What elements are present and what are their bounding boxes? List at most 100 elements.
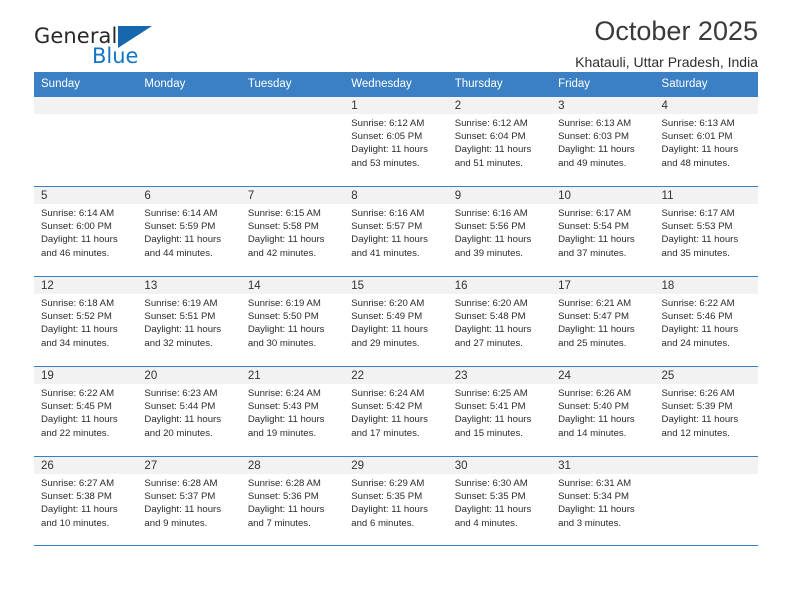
calendar-week-row: 12 Sunrise: 6:18 AM Sunset: 5:52 PM Dayligh… xyxy=(34,276,758,366)
weekday-header-saturday: Saturday xyxy=(661,78,708,90)
location-subtitle: Khatauli, Uttar Pradesh, India xyxy=(575,54,758,70)
calendar-day-cell[interactable]: 29 Sunrise: 6:29 AM Sunset: 5:35 PM Dayligh… xyxy=(344,457,448,545)
sunrise-time: Sunrise: 6:12 AM xyxy=(351,118,425,129)
daylight-duration: Daylight: 11 hours xyxy=(558,504,635,516)
daylight-duration: Daylight: 11 hours xyxy=(144,234,222,246)
sun-times-block: Sunrise: 6:19 AM Sunset: 5:51 PM Daylight:… xyxy=(137,294,240,350)
calendar-day-cell[interactable]: 19 Sunrise: 6:22 AM Sunset: 5:45 PM Dayligh… xyxy=(34,367,138,456)
sun-times-block: Sunrise: 6:22 AM Sunset: 5:46 PM Daylight:… xyxy=(655,294,758,350)
calendar-day-cell[interactable]: 2 Sunrise: 6:12 AM Sunset: 6:04 PM Daylight… xyxy=(447,97,552,186)
calendar-day-cell[interactable]: 14 Sunrise: 6:19 AM Sunset: 5:50 PM Dayligh… xyxy=(240,277,345,366)
calendar-day-cell[interactable]: 11 Sunrise: 6:17 AM Sunset: 5:53 PM Dayligh… xyxy=(654,187,758,276)
daylight-duration-cont: and 30 minutes. xyxy=(247,337,317,349)
daylight-duration-cont: and 19 minutes. xyxy=(247,427,317,439)
calendar-day-cell[interactable]: 22 Sunrise: 6:24 AM Sunset: 5:42 PM Dayligh… xyxy=(344,367,448,456)
daylight-duration-cont: and 4 minutes. xyxy=(454,517,518,529)
sun-times-block: Sunrise: 6:16 AM Sunset: 5:56 PM Daylight:… xyxy=(448,204,551,260)
sun-times-block: Sunrise: 6:31 AM Sunset: 5:34 PM Daylight:… xyxy=(551,474,654,530)
sunset-time: Sunset: 5:48 PM xyxy=(454,311,526,323)
calendar-day-cell[interactable]: 3 Sunrise: 6:13 AM Sunset: 6:03 PM Daylight… xyxy=(551,97,655,186)
calendar-day-cell[interactable]: 16 Sunrise: 6:20 AM Sunset: 5:48 PM Dayligh… xyxy=(447,277,552,366)
sunset-time: Sunset: 5:56 PM xyxy=(454,221,526,233)
calendar-day-cell[interactable]: 23 Sunrise: 6:25 AM Sunset: 5:41 PM Dayligh… xyxy=(447,367,552,456)
calendar-day-cell[interactable]: 27 Sunrise: 6:28 AM Sunset: 5:37 PM Dayligh… xyxy=(137,457,241,545)
daylight-duration: Daylight: 11 hours xyxy=(247,234,325,246)
daylight-duration-cont: and 42 minutes. xyxy=(247,247,317,259)
calendar-day-cell[interactable]: 5 Sunrise: 6:14 AM Sunset: 6:00 PM Daylight… xyxy=(34,187,138,276)
sunrise-time: Sunrise: 6:31 AM xyxy=(558,478,632,489)
sunrise-time: Sunrise: 6:24 AM xyxy=(351,388,425,399)
sun-times-block: Sunrise: 6:24 AM Sunset: 5:42 PM Daylight:… xyxy=(344,384,447,440)
sunrise-time: Sunrise: 6:19 AM xyxy=(144,298,218,309)
calendar-day-cell[interactable]: 9 Sunrise: 6:16 AM Sunset: 5:56 PM Daylight… xyxy=(447,187,552,276)
sunrise-time: Sunrise: 6:13 AM xyxy=(558,118,632,129)
weekday-header-sunday: Sunday xyxy=(41,78,81,90)
calendar-day-cell[interactable]: 26 Sunrise: 6:27 AM Sunset: 5:38 PM Dayligh… xyxy=(34,457,138,545)
daylight-duration: Daylight: 11 hours xyxy=(41,324,118,336)
general-blue-logo[interactable]: General Blue xyxy=(34,24,214,72)
sunset-time: Sunset: 6:01 PM xyxy=(661,131,733,143)
sunset-time: Sunset: 5:51 PM xyxy=(144,311,216,323)
calendar-day-cell[interactable]: 24 Sunrise: 6:26 AM Sunset: 5:40 PM Dayligh… xyxy=(551,367,655,456)
calendar-day-cell[interactable]: 8 Sunrise: 6:16 AM Sunset: 5:57 PM Daylight… xyxy=(344,187,448,276)
calendar-day-cell[interactable]: 17 Sunrise: 6:21 AM Sunset: 5:47 PM Dayligh… xyxy=(551,277,655,366)
calendar-day-cell[interactable]: 30 Sunrise: 6:30 AM Sunset: 5:35 PM Dayligh… xyxy=(447,457,552,545)
day-number: 6 xyxy=(137,187,241,204)
calendar-empty-cell xyxy=(137,97,241,186)
calendar-day-cell[interactable]: 12 Sunrise: 6:18 AM Sunset: 5:52 PM Dayligh… xyxy=(34,277,138,366)
calendar-grid: Sunday Monday Tuesday Wednesday Thursday… xyxy=(34,72,758,546)
sunset-time: Sunset: 5:44 PM xyxy=(144,401,216,413)
calendar-day-cell[interactable]: 20 Sunrise: 6:23 AM Sunset: 5:44 PM Dayligh… xyxy=(137,367,241,456)
sunrise-time: Sunrise: 6:24 AM xyxy=(247,388,321,399)
calendar-day-cell[interactable]: 13 Sunrise: 6:19 AM Sunset: 5:51 PM Dayligh… xyxy=(137,277,241,366)
sunset-time: Sunset: 5:40 PM xyxy=(558,401,630,413)
sun-times-block: Sunrise: 6:14 AM Sunset: 5:59 PM Daylight:… xyxy=(137,204,240,260)
calendar-empty-cell xyxy=(34,97,138,186)
sun-times-block: Sunrise: 6:12 AM Sunset: 6:04 PM Daylight:… xyxy=(448,114,551,170)
calendar-day-cell[interactable]: 28 Sunrise: 6:28 AM Sunset: 5:36 PM Dayligh… xyxy=(240,457,345,545)
calendar-day-cell[interactable]: 31 Sunrise: 6:31 AM Sunset: 5:34 PM Dayligh… xyxy=(551,457,655,545)
weekday-header-friday: Friday xyxy=(558,78,591,90)
day-number: 29 xyxy=(344,457,448,474)
calendar-page: General Blue October 2025 Khatauli, Utta… xyxy=(0,0,792,612)
daylight-duration: Daylight: 11 hours xyxy=(351,504,428,516)
sunrise-time: Sunrise: 6:20 AM xyxy=(351,298,425,309)
calendar-day-cell[interactable]: 18 Sunrise: 6:22 AM Sunset: 5:46 PM Dayligh… xyxy=(654,277,758,366)
sunset-time: Sunset: 5:39 PM xyxy=(661,401,733,413)
day-number: 4 xyxy=(654,97,758,114)
sunrise-time: Sunrise: 6:26 AM xyxy=(558,388,632,399)
daylight-duration: Daylight: 11 hours xyxy=(661,324,739,336)
calendar-day-cell[interactable]: 7 Sunrise: 6:15 AM Sunset: 5:58 PM Daylight… xyxy=(240,187,345,276)
sunrise-time: Sunrise: 6:22 AM xyxy=(41,388,115,399)
sunrise-time: Sunrise: 6:25 AM xyxy=(454,388,528,399)
sunrise-time: Sunrise: 6:28 AM xyxy=(247,478,321,489)
calendar-empty-cell xyxy=(240,97,345,186)
sunset-time: Sunset: 5:35 PM xyxy=(454,491,526,503)
day-number: 17 xyxy=(551,277,655,294)
sunrise-time: Sunrise: 6:21 AM xyxy=(558,298,632,309)
calendar-day-cell[interactable]: 10 Sunrise: 6:17 AM Sunset: 5:54 PM Dayligh… xyxy=(551,187,655,276)
sunrise-time: Sunrise: 6:16 AM xyxy=(454,208,528,219)
calendar-day-cell[interactable]: 1 Sunrise: 6:12 AM Sunset: 6:05 PM Daylight… xyxy=(344,97,448,186)
sun-times-block: Sunrise: 6:26 AM Sunset: 5:40 PM Daylight:… xyxy=(551,384,654,440)
sunset-time: Sunset: 5:53 PM xyxy=(661,221,733,233)
sunrise-time: Sunrise: 6:13 AM xyxy=(661,118,735,129)
calendar-day-cell[interactable]: 6 Sunrise: 6:14 AM Sunset: 5:59 PM Daylight… xyxy=(137,187,241,276)
daylight-duration: Daylight: 11 hours xyxy=(351,144,428,156)
sunset-time: Sunset: 5:38 PM xyxy=(41,491,112,503)
calendar-week-row: 19 Sunrise: 6:22 AM Sunset: 5:45 PM Dayligh… xyxy=(34,366,758,456)
calendar-day-cell[interactable]: 15 Sunrise: 6:20 AM Sunset: 5:49 PM Dayligh… xyxy=(344,277,448,366)
daylight-duration-cont: and 20 minutes. xyxy=(144,427,213,439)
daylight-duration-cont: and 9 minutes. xyxy=(144,517,208,529)
calendar-day-cell[interactable]: 4 Sunrise: 6:13 AM Sunset: 6:01 PM Daylight… xyxy=(654,97,758,186)
sun-times-block: Sunrise: 6:18 AM Sunset: 5:52 PM Daylight:… xyxy=(34,294,137,350)
daylight-duration: Daylight: 11 hours xyxy=(454,414,532,426)
daylight-duration: Daylight: 11 hours xyxy=(661,144,739,156)
daylight-duration-cont: and 37 minutes. xyxy=(558,247,627,259)
sunrise-time: Sunrise: 6:28 AM xyxy=(144,478,218,489)
daylight-duration: Daylight: 11 hours xyxy=(454,504,532,516)
calendar-day-cell[interactable]: 25 Sunrise: 6:26 AM Sunset: 5:39 PM Dayligh… xyxy=(654,367,758,456)
calendar-day-cell[interactable]: 21 Sunrise: 6:24 AM Sunset: 5:43 PM Dayligh… xyxy=(240,367,345,456)
sun-times-block: Sunrise: 6:12 AM Sunset: 6:05 PM Daylight:… xyxy=(344,114,447,170)
calendar-week-row: 5 Sunrise: 6:14 AM Sunset: 6:00 PM Daylight… xyxy=(34,186,758,276)
